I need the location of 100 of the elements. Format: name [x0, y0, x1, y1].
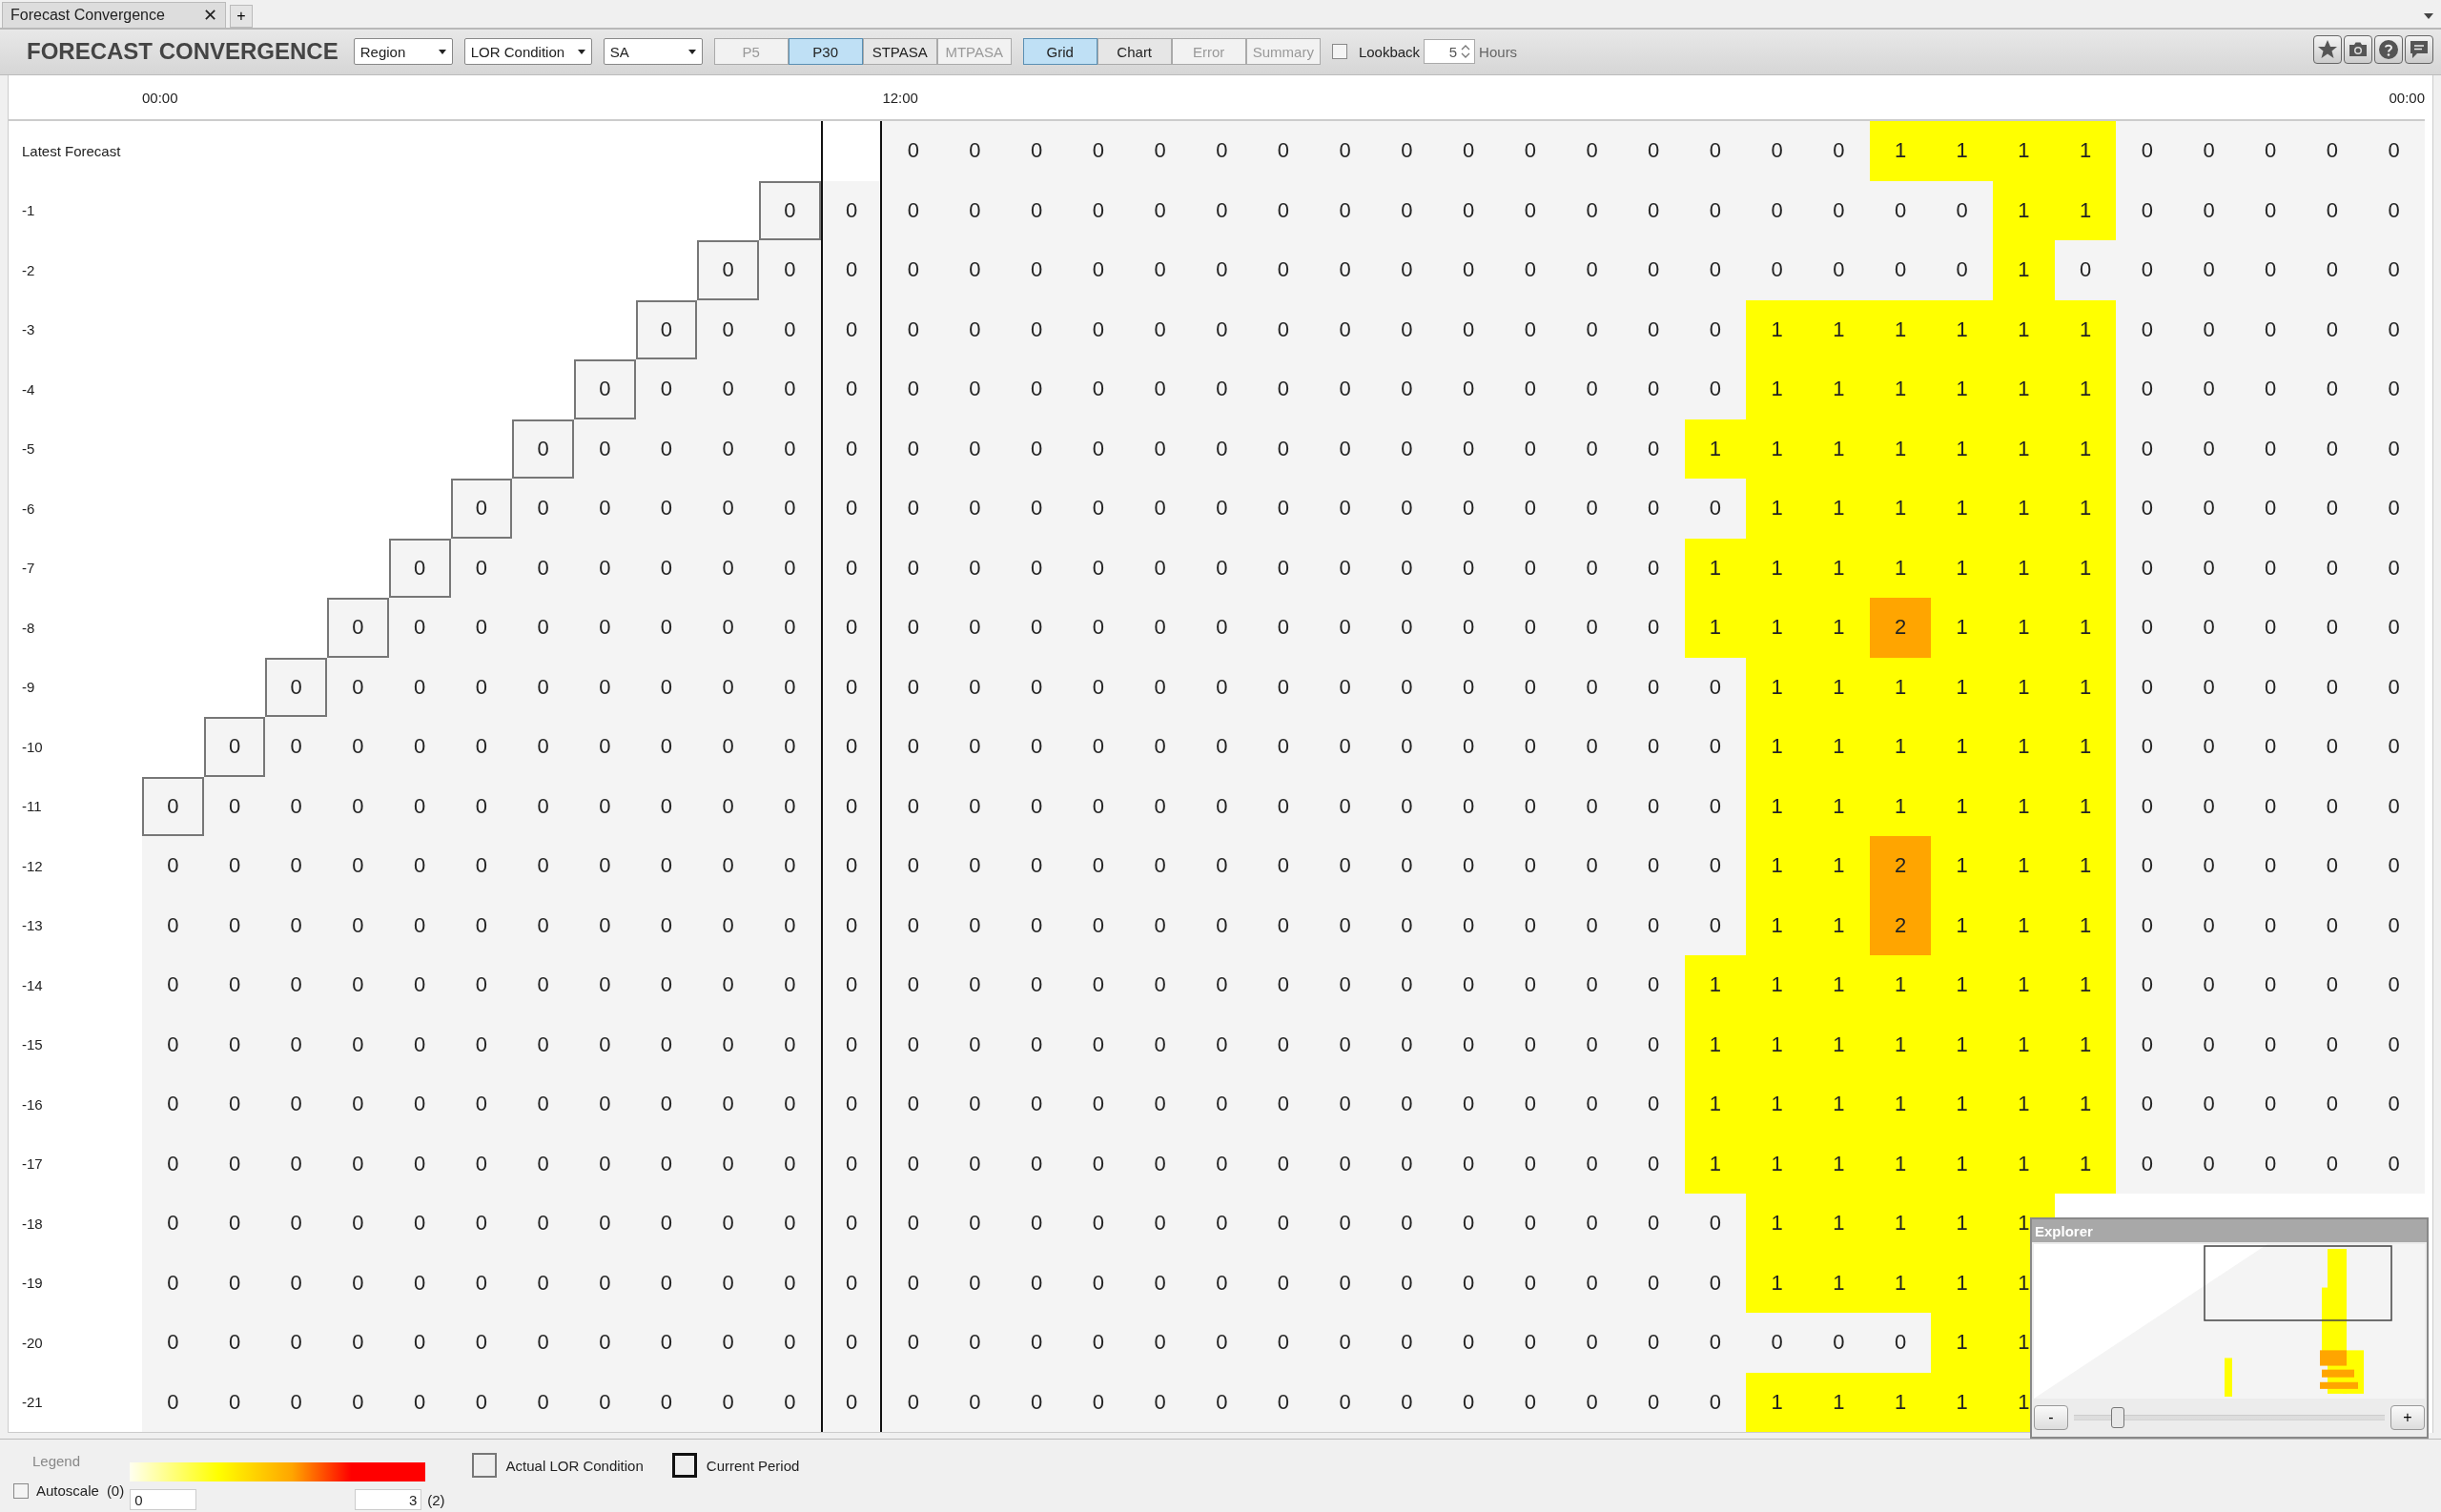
grid-cell: 0 — [1684, 836, 1747, 896]
spinner-field[interactable]: 5 — [1424, 39, 1476, 65]
grid-cell: 0 — [1067, 1253, 1130, 1313]
new-tab-button[interactable]: + — [229, 4, 253, 28]
grid-cell: 0 — [1129, 180, 1191, 240]
toggle-button[interactable]: P30 — [788, 38, 863, 66]
grid-cell: 0 — [1437, 240, 1500, 300]
grid-cell: 0 — [820, 717, 883, 777]
close-icon[interactable]: ✕ — [202, 4, 217, 26]
grid-cell: 0 — [1622, 836, 1685, 896]
grid-cell: 0 — [882, 1313, 945, 1373]
grid-cell: 0 — [2178, 717, 2240, 777]
grid-cell: 0 — [1931, 180, 1994, 240]
grid-cell: 2 — [1869, 836, 1932, 896]
grid-cell: 0 — [1684, 479, 1747, 539]
grid-cell: 0 — [882, 1253, 945, 1313]
grid-cell: 0 — [1129, 1194, 1191, 1254]
dropdown[interactable]: LOR Condition — [463, 38, 592, 66]
grid-cell: 0 — [1252, 717, 1315, 777]
grid-cell: 0 — [573, 1372, 636, 1432]
grid-cell: 0 — [2116, 895, 2179, 955]
grid-cell: 0 — [450, 1253, 513, 1313]
comment-icon[interactable] — [2405, 34, 2433, 64]
checkbox[interactable] — [13, 1482, 29, 1499]
grid-cell: 0 — [573, 359, 636, 419]
toggle-button[interactable]: STPASA — [862, 38, 937, 66]
grid-cell: 0 — [697, 717, 759, 777]
grid-cell: 0 — [265, 717, 328, 777]
row-label: -7 — [21, 559, 36, 579]
grid-cell: 0 — [1561, 479, 1623, 539]
dropdown[interactable]: SA — [603, 38, 703, 66]
grid-cell: 0 — [759, 240, 821, 300]
grid-cell: 0 — [1684, 717, 1747, 777]
grid-cell: 0 — [1746, 240, 1808, 300]
grid-cell: 0 — [1252, 895, 1315, 955]
grid-cell: 0 — [944, 1372, 1006, 1432]
current-swatch — [671, 1453, 697, 1478]
zoom-in-button[interactable]: + — [2390, 1405, 2425, 1430]
grid-cell: 0 — [882, 1194, 945, 1254]
grid-cell: 0 — [1314, 121, 1377, 181]
grid-cell: 1 — [1746, 299, 1808, 359]
slider-thumb[interactable] — [2111, 1407, 2125, 1428]
grid-cell: 1 — [1746, 538, 1808, 598]
min-hint: (0) — [106, 1482, 125, 1499]
grid-cell: 0 — [944, 1074, 1006, 1134]
grid-cell: 0 — [1190, 180, 1253, 240]
grid-cell: 0 — [450, 1372, 513, 1432]
grid-cell: 0 — [1252, 1253, 1315, 1313]
grid-cell: 1 — [1931, 955, 1994, 1015]
grid-cell: 2 — [1869, 598, 1932, 658]
grid-cell: 0 — [1314, 299, 1377, 359]
grid-cell: 0 — [2363, 299, 2425, 359]
grid-cell: 0 — [327, 1134, 389, 1194]
dropdown[interactable]: Region — [353, 38, 453, 66]
toggle-button[interactable]: Grid — [1022, 38, 1097, 66]
grid-cell: 0 — [512, 1372, 574, 1432]
checkbox[interactable] — [1331, 44, 1347, 60]
grid-cell: 0 — [1005, 895, 1068, 955]
grid-cell: 0 — [1005, 1074, 1068, 1134]
grid-cell: 0 — [1190, 1074, 1253, 1134]
grid-cell: 0 — [1067, 598, 1130, 658]
grid-cell: 0 — [2116, 1074, 2179, 1134]
caret-icon[interactable] — [2424, 13, 2433, 19]
toggle-button[interactable]: Chart — [1097, 38, 1172, 66]
grid-cell: 0 — [2116, 299, 2179, 359]
help-icon[interactable] — [2374, 34, 2403, 64]
grid-cell: 0 — [1376, 836, 1438, 896]
grid-cell: 1 — [1931, 359, 1994, 419]
grid-cell: 0 — [2363, 895, 2425, 955]
grid-cell: 0 — [2116, 1014, 2179, 1074]
grid-cell: 0 — [1684, 240, 1747, 300]
grid-cell: 0 — [1190, 299, 1253, 359]
grid-cell: 0 — [1129, 776, 1191, 836]
grid-cell: 1 — [1684, 1014, 1747, 1074]
grid-cell: 0 — [450, 1074, 513, 1134]
grid-cell: 0 — [1067, 121, 1130, 181]
camera-icon[interactable] — [2344, 34, 2372, 64]
grid-cell: 0 — [1376, 180, 1438, 240]
grid-cell: 1 — [1807, 895, 1870, 955]
grid-cell: 0 — [1561, 299, 1623, 359]
grid-cell: 0 — [1437, 1014, 1500, 1074]
grid-cell: 0 — [2239, 895, 2302, 955]
grid-cell: 0 — [203, 717, 266, 777]
grid-cell: 0 — [573, 1014, 636, 1074]
grid-cell: 0 — [1190, 598, 1253, 658]
document-tab[interactable]: Forecast Convergence ✕ — [2, 1, 226, 28]
grid-cell: 0 — [820, 538, 883, 598]
grid-cell: 0 — [1437, 1253, 1500, 1313]
grid-cell: 0 — [1622, 1372, 1685, 1432]
max-field[interactable]: 3 — [355, 1489, 422, 1510]
grid-cell: 0 — [2116, 776, 2179, 836]
grid-cell: 0 — [1561, 1313, 1623, 1373]
caret-icon — [577, 49, 585, 54]
min-field[interactable]: 0 — [130, 1489, 197, 1510]
grid-cell: 0 — [635, 1134, 698, 1194]
grid-cell: 0 — [1067, 895, 1130, 955]
grid-cell: 0 — [2363, 776, 2425, 836]
grid-cell: 0 — [2239, 776, 2302, 836]
zoom-out-button[interactable]: - — [2034, 1405, 2068, 1430]
grid-cell: 0 — [1437, 479, 1500, 539]
